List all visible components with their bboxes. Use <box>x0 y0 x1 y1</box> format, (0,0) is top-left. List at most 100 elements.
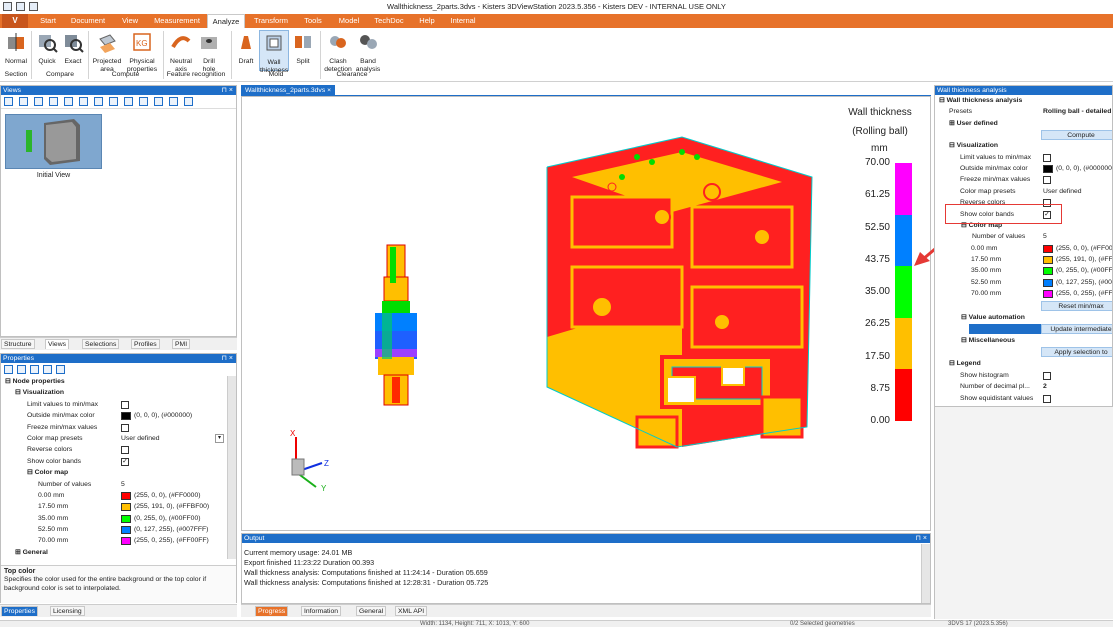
document-tab[interactable]: Wallthickness_2parts.3dvs × <box>241 85 336 96</box>
menu-internal[interactable]: Internal <box>446 14 480 28</box>
properties-scrollbar[interactable] <box>227 376 236 559</box>
color-map-row[interactable]: 35.00 mm (0, 255, 0), (#00FF00) <box>935 265 1112 276</box>
settings-icon[interactable] <box>56 365 65 374</box>
general-header[interactable]: ⊞ General <box>1 547 227 558</box>
wta-row[interactable]: Limit values to min/max <box>935 152 1112 163</box>
tab-selections[interactable]: Selections <box>82 339 120 349</box>
menu-start[interactable]: Start <box>34 14 62 28</box>
checkbox[interactable] <box>1043 153 1051 162</box>
menu-model[interactable]: Model <box>333 14 365 28</box>
clash-detection-button[interactable]: Clash detection <box>322 31 354 74</box>
visualization-header[interactable]: ⊟ Visualization <box>1 387 227 398</box>
color-map-row[interactable]: 0.00 mm (255, 0, 0), (#FF0000) <box>935 243 1112 254</box>
close-tab-icon[interactable]: × <box>327 87 331 94</box>
wta-header[interactable]: ⊟ Wall thickness analysis <box>935 95 1112 106</box>
view-tool-icon[interactable] <box>139 97 148 106</box>
checkbox[interactable] <box>1043 394 1051 403</box>
menu-tools[interactable]: Tools <box>297 14 329 28</box>
legend-option-row[interactable]: Show equidistant values <box>935 393 1112 404</box>
menu-help[interactable]: Help <box>413 14 441 28</box>
view-tool-icon[interactable] <box>4 97 13 106</box>
compare-exact-button[interactable]: Exact <box>61 31 85 66</box>
wta-visualization-header[interactable]: ⊟ Visualization <box>935 140 1112 151</box>
properties-row[interactable]: Limit values to min/max <box>1 399 227 410</box>
properties-row[interactable]: Outside min/max color (0, 0, 0), (#000000… <box>1 410 227 421</box>
drill-hole-button[interactable]: Drill hole <box>197 31 221 74</box>
view-tool-icon[interactable] <box>109 97 118 106</box>
color-swatch[interactable] <box>121 514 131 523</box>
color-swatch[interactable] <box>1043 278 1053 287</box>
color-swatch[interactable] <box>1043 267 1053 276</box>
legend-header[interactable]: ⊟ Legend <box>935 358 1112 369</box>
wall-thickness-button[interactable]: Wall thickness <box>259 30 289 74</box>
collapse-all-icon[interactable] <box>17 365 26 374</box>
tab-progress[interactable]: Progress <box>255 606 289 616</box>
compute-button[interactable]: Compute <box>1041 130 1112 141</box>
view-tool-icon[interactable] <box>79 97 88 106</box>
menu-transform[interactable]: Transform <box>249 14 293 28</box>
view-tool-icon[interactable] <box>49 97 58 106</box>
color-map-row[interactable]: 0.00 mm (255, 0, 0), (#FF0000) <box>1 490 227 501</box>
wta-row[interactable]: Freeze min/max values <box>935 174 1112 185</box>
properties-row[interactable]: Show color bands ✓ <box>1 456 227 467</box>
menu-analyze[interactable]: Analyze <box>207 14 245 28</box>
neutral-axis-button[interactable]: Neutral axis <box>167 31 195 74</box>
color-map-row[interactable]: 17.50 mm (255, 191, 0), (#FFBF00) <box>935 254 1112 265</box>
update-intermediate-button[interactable]: Update intermediate <box>1041 324 1112 335</box>
wta-row[interactable]: Color map presets User defined <box>935 186 1112 197</box>
draft-button[interactable]: Draft <box>234 31 258 66</box>
properties-row[interactable]: Color map presets User defined ▾ <box>1 433 227 444</box>
checkbox[interactable] <box>121 446 129 455</box>
user-defined-header[interactable]: ⊞ User defined <box>935 118 1112 129</box>
tab-views[interactable]: Views <box>45 339 70 349</box>
view-thumbnail[interactable] <box>5 114 102 169</box>
view-tool-icon[interactable] <box>124 97 133 106</box>
checkbox[interactable] <box>121 423 129 432</box>
tab-properties[interactable]: Properties <box>1 606 38 616</box>
view-tool-icon[interactable] <box>64 97 73 106</box>
tab-xml-api[interactable]: XML API <box>395 606 428 616</box>
sort-icon[interactable] <box>30 365 39 374</box>
split-button[interactable]: Split <box>291 31 315 66</box>
color-map-row[interactable]: 70.00 mm (255, 0, 255), (#FF00FF) <box>1 535 227 546</box>
color-swatch[interactable] <box>121 537 131 546</box>
tab-general[interactable]: General <box>356 606 387 616</box>
menu-view[interactable]: View <box>114 14 146 28</box>
wta-row[interactable]: Outside min/max color (0, 0, 0), (#000000… <box>935 163 1112 174</box>
tab-profiles[interactable]: Profiles <box>131 339 160 349</box>
color-map-row[interactable]: 52.50 mm (0, 127, 255), (#007FFF) <box>935 277 1112 288</box>
checkbox[interactable] <box>121 400 129 409</box>
checkbox[interactable] <box>1043 176 1051 185</box>
viewport-3d[interactable]: X Z Y Wall thickness (Rolling ball) mm 7… <box>241 96 931 531</box>
color-map-row[interactable]: 70.00 mm (255, 0, 255), (#FF00FF) <box>935 288 1112 299</box>
view-tool-icon[interactable] <box>34 97 43 106</box>
value-automation-header[interactable]: ⊟ Value automation <box>935 312 1112 323</box>
checkbox[interactable]: ✓ <box>121 457 129 466</box>
checkbox[interactable] <box>1043 371 1051 380</box>
color-swatch[interactable] <box>121 491 131 500</box>
physical-properties-button[interactable]: KG Physical properties <box>125 31 159 74</box>
color-swatch[interactable] <box>1043 256 1053 265</box>
output-scrollbar[interactable] <box>921 544 930 603</box>
menu-measurement[interactable]: Measurement <box>150 14 204 28</box>
legend-option-row[interactable]: Show histogram <box>935 370 1112 381</box>
filter-icon[interactable] <box>43 365 52 374</box>
band-analysis-button[interactable]: Band analysis <box>354 31 382 74</box>
view-tool-icon[interactable] <box>154 97 163 106</box>
node-properties-header[interactable]: ⊟ Node properties <box>1 376 227 387</box>
properties-row[interactable]: Reverse colors <box>1 444 227 455</box>
reset-min-max-button[interactable]: Reset min/max <box>1041 300 1112 311</box>
color-swatch[interactable] <box>1043 290 1053 299</box>
pin-icon[interactable]: ⊓ × <box>222 86 234 95</box>
pin-icon[interactable]: ⊓ × <box>916 534 928 543</box>
legend-option-row[interactable]: Number of decimal pl... 2 <box>935 381 1112 392</box>
color-swatch[interactable] <box>121 526 131 535</box>
properties-row[interactable]: Freeze min/max values <box>1 422 227 433</box>
view-tool-icon[interactable] <box>94 97 103 106</box>
apply-selection-button[interactable]: Apply selection to <box>1041 347 1112 358</box>
presets-row[interactable]: Presets Rolling ball - detailed <box>935 106 1112 117</box>
view-tool-icon[interactable] <box>169 97 178 106</box>
chevron-down-icon[interactable]: ▾ <box>215 433 224 443</box>
color-swatch[interactable] <box>1043 244 1053 253</box>
view-tool-icon[interactable] <box>184 97 193 106</box>
